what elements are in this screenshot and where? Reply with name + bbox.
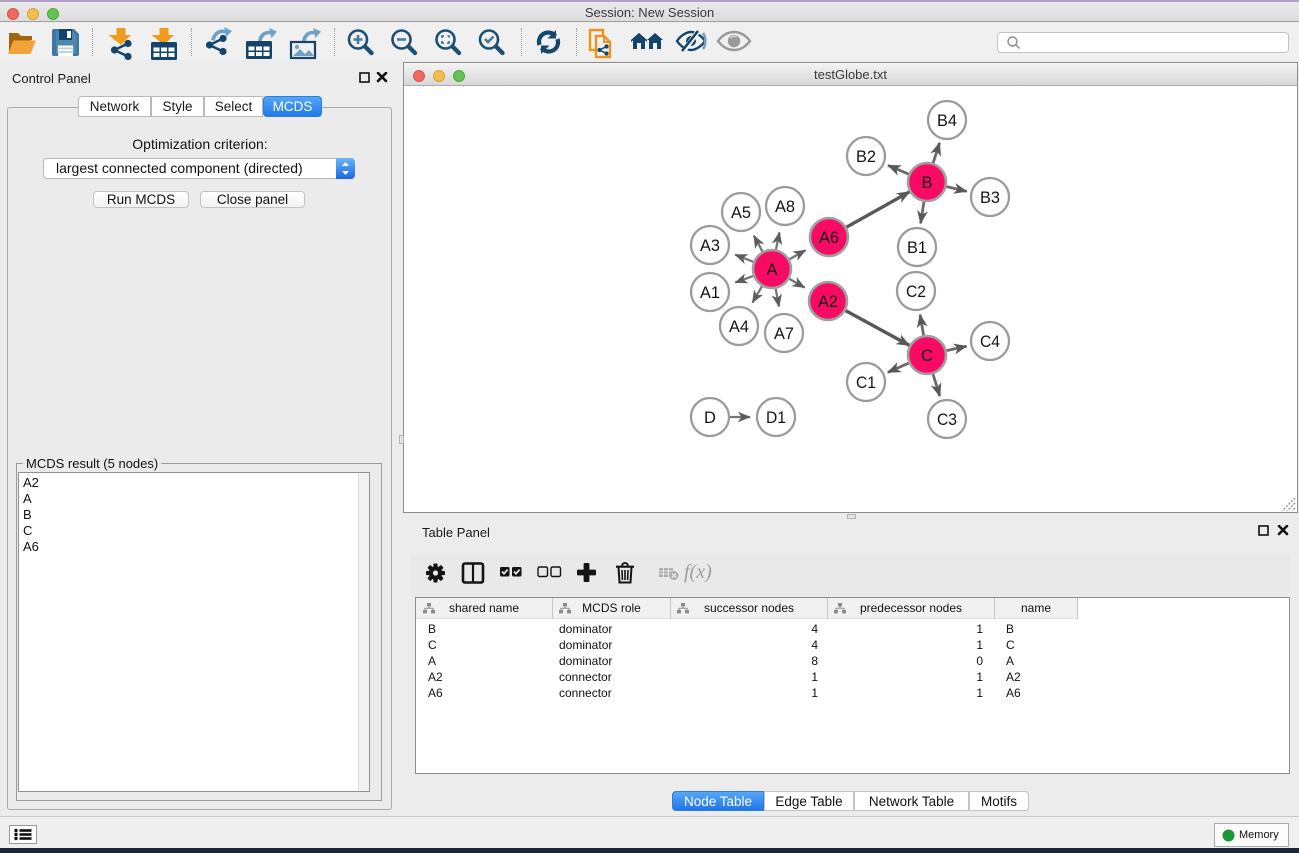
svg-text:A5: A5 [731, 204, 751, 222]
svg-text:A3: A3 [700, 237, 720, 255]
svg-text:A2: A2 [818, 293, 838, 311]
svg-text:D1: D1 [766, 409, 786, 427]
svg-text:A4: A4 [729, 318, 749, 336]
svg-text:C1: C1 [856, 374, 876, 392]
svg-text:A8: A8 [775, 198, 795, 216]
svg-text:C4: C4 [980, 333, 1000, 351]
svg-text:A1: A1 [700, 284, 720, 302]
svg-text:A7: A7 [774, 325, 794, 343]
svg-text:C2: C2 [906, 283, 926, 301]
svg-text:B: B [921, 174, 932, 192]
svg-text:D: D [704, 409, 716, 427]
svg-text:A6: A6 [819, 229, 839, 247]
svg-text:C: C [921, 347, 933, 365]
svg-text:A: A [766, 261, 777, 279]
svg-text:B4: B4 [937, 112, 957, 130]
svg-text:B2: B2 [856, 148, 876, 166]
svg-text:B1: B1 [907, 239, 927, 257]
svg-text:C3: C3 [937, 411, 957, 429]
svg-text:B3: B3 [980, 189, 1000, 207]
